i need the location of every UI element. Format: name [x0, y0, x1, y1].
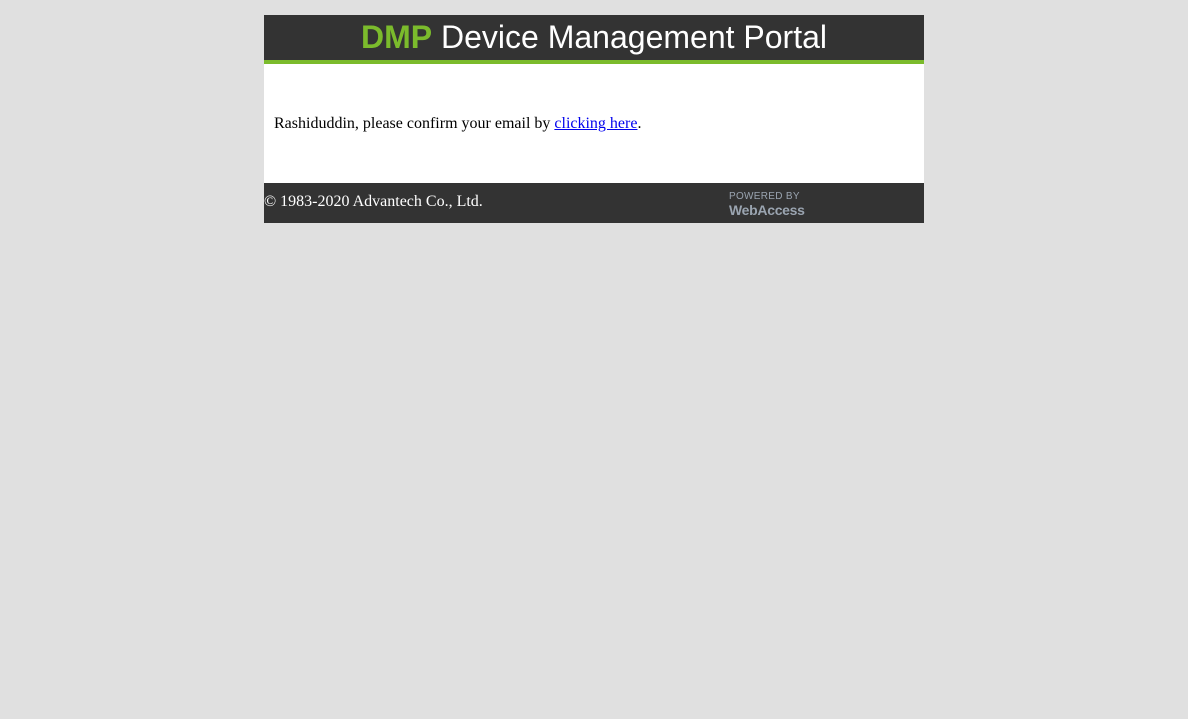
- email-container: DMP Device Management Portal Rashiduddin…: [264, 15, 924, 223]
- portal-footer: © 1983-2020 Advantech Co., Ltd. POWERED …: [264, 183, 924, 223]
- message-text: Rashiduddin, please confirm your email b…: [274, 115, 555, 132]
- copyright-text: © 1983-2020 Advantech Co., Ltd.: [264, 193, 483, 210]
- message-period: .: [637, 115, 642, 132]
- portal-title: Device Management Portal: [432, 19, 827, 55]
- confirm-email-link[interactable]: clicking here: [554, 115, 637, 132]
- email-body: Rashiduddin, please confirm your email b…: [264, 64, 924, 183]
- webaccess-label: WebAccess: [729, 202, 805, 218]
- brand-name: DMP: [361, 19, 433, 55]
- powered-by-webaccess-logo: POWERED BY WebAccess: [729, 191, 805, 218]
- confirmation-message: Rashiduddin, please confirm your email b…: [274, 115, 641, 133]
- portal-header: DMP Device Management Portal: [264, 15, 924, 64]
- powered-by-label: POWERED BY: [729, 191, 800, 202]
